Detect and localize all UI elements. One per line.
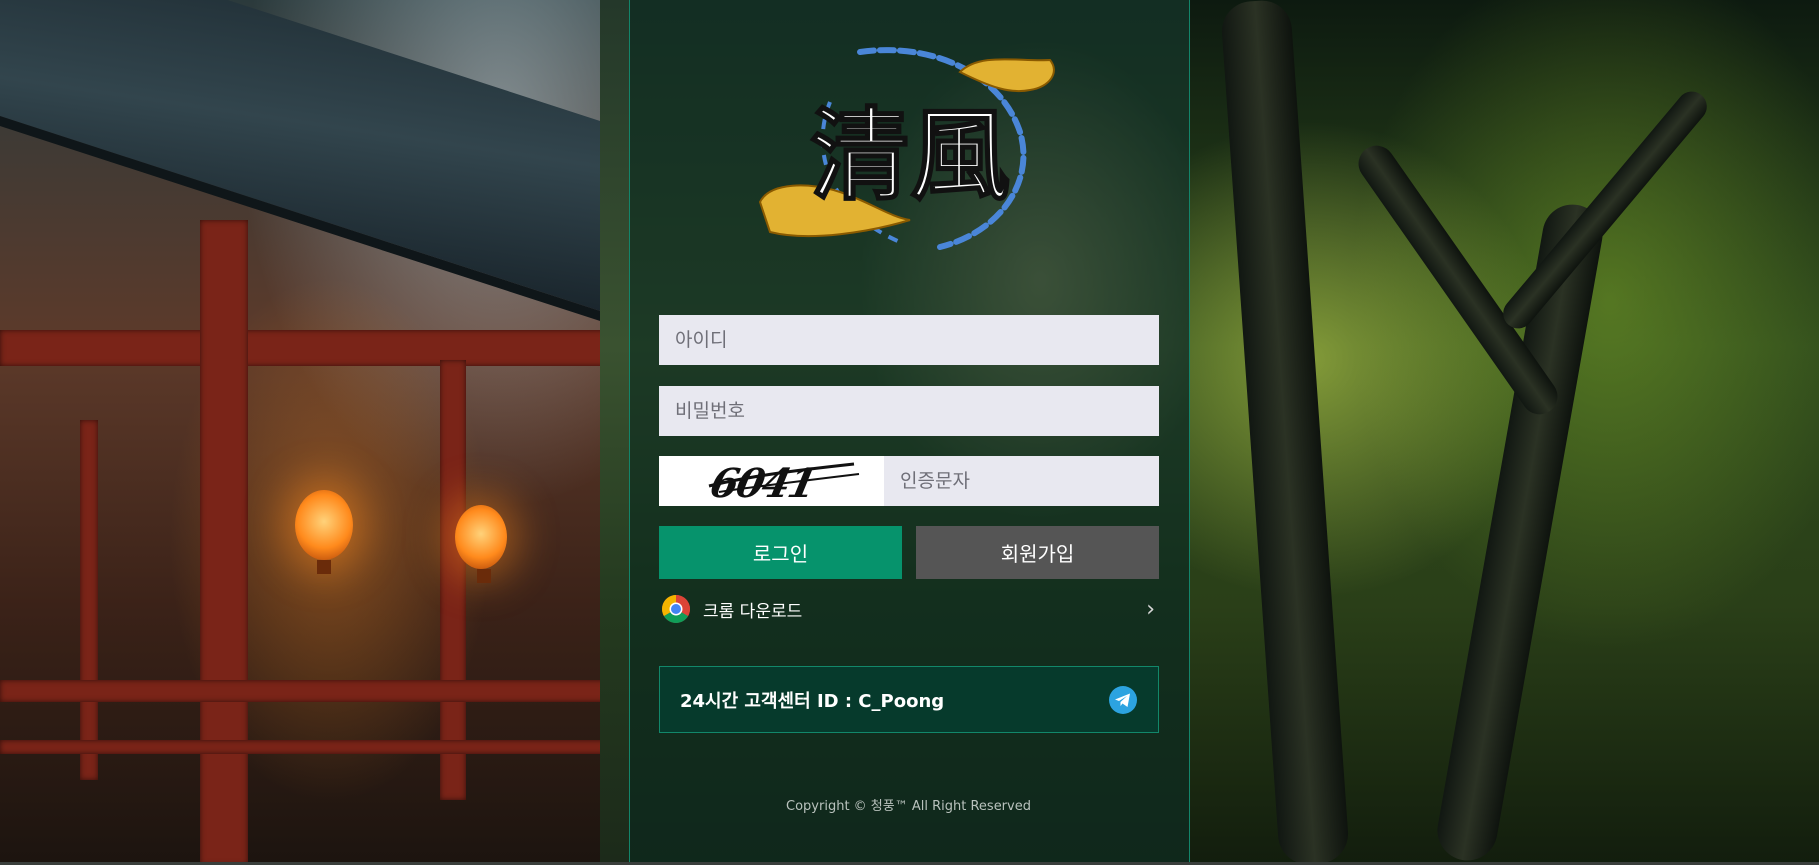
logo-text: 清風 xyxy=(810,96,1010,214)
captcha-strike xyxy=(708,462,860,493)
support-banner[interactable]: 24시간 고객센터 ID : C_Poong xyxy=(659,666,1159,733)
chrome-icon xyxy=(662,595,690,623)
pavilion-pillar xyxy=(80,420,98,780)
captcha-image[interactable]: 6041 xyxy=(659,456,884,506)
chevron-right-icon: › xyxy=(1146,596,1155,622)
pavilion-pillar xyxy=(200,220,248,865)
pavilion-railing xyxy=(0,740,640,754)
pavilion-railing xyxy=(0,680,640,702)
support-label: 24시간 고객센터 ID : C_Poong xyxy=(680,690,945,712)
telegram-icon[interactable] xyxy=(1108,685,1138,715)
captcha-row: 6041 xyxy=(659,456,1159,506)
login-button[interactable]: 로그인 xyxy=(659,526,902,579)
pavilion-scene xyxy=(0,0,680,865)
chrome-download-link[interactable]: 크롬 다운로드 › xyxy=(659,590,1159,628)
lantern xyxy=(455,505,507,583)
captcha-input[interactable] xyxy=(884,456,1159,506)
copyright-text: Copyright © 청풍™ All Right Reserved xyxy=(786,799,1031,814)
forest-scene xyxy=(1190,0,1819,865)
tree-branch xyxy=(1497,85,1713,335)
password-input[interactable] xyxy=(659,386,1159,436)
lantern xyxy=(295,490,353,574)
id-input[interactable] xyxy=(659,315,1159,365)
pavilion-beam xyxy=(0,330,640,366)
logo: 清風 xyxy=(758,47,1055,250)
tree-trunk xyxy=(1219,0,1351,865)
join-button[interactable]: 회원가입 xyxy=(916,526,1159,579)
chrome-download-label: 크롬 다운로드 xyxy=(703,601,803,622)
pavilion-roof xyxy=(0,0,680,347)
pavilion-pillar xyxy=(440,360,466,800)
